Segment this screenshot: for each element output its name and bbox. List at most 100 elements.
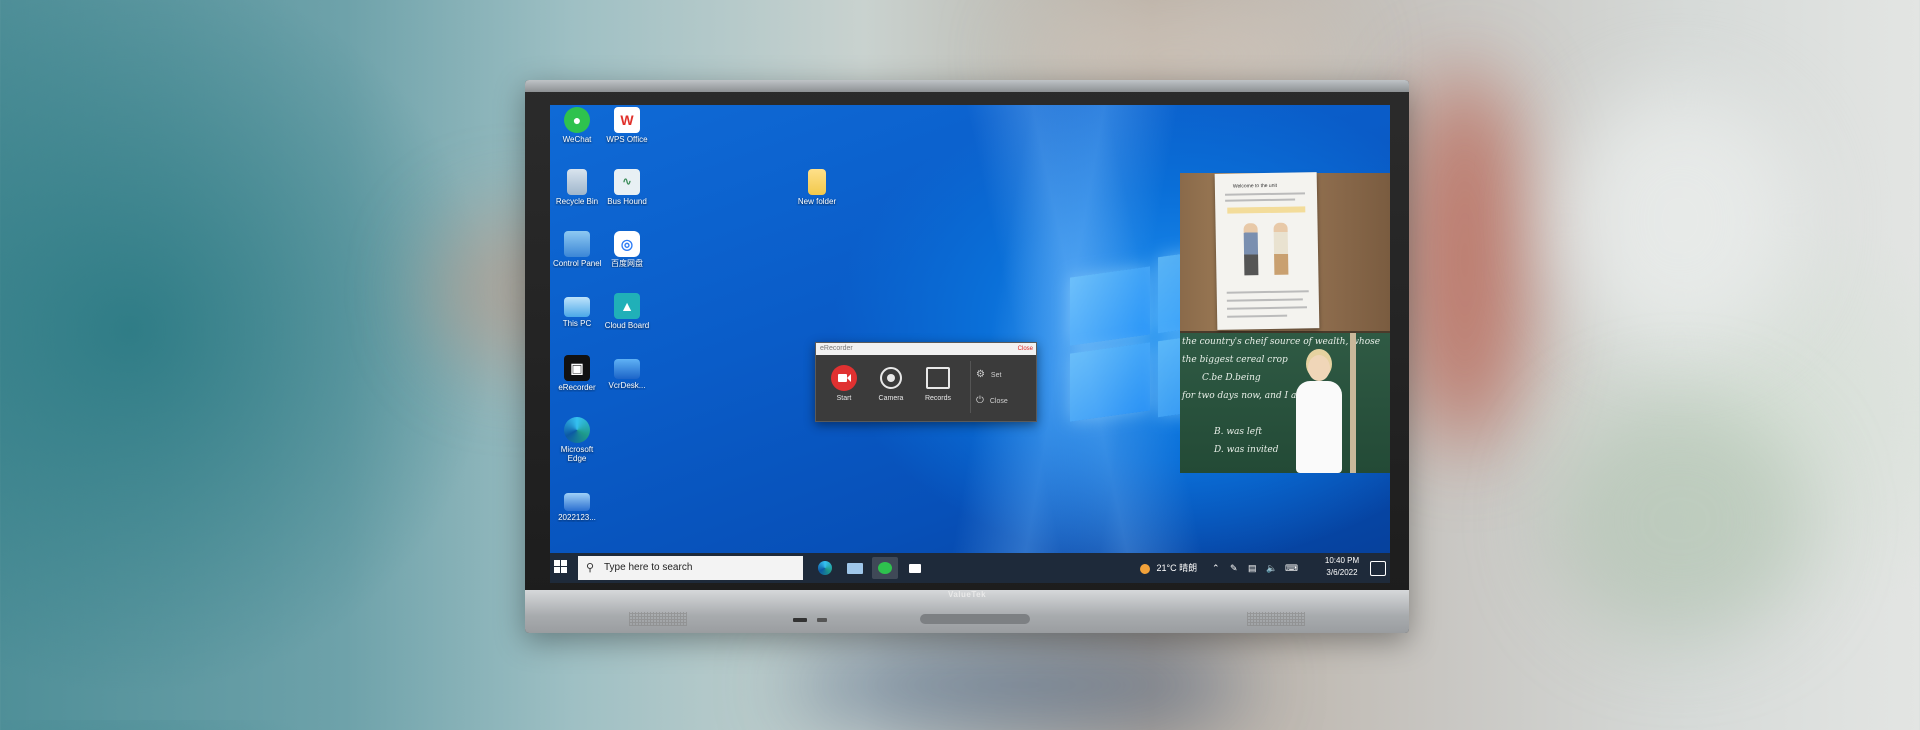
records-label: Records [924,395,952,402]
search-icon: ⚲ [586,562,595,574]
desktop-icon-image-file[interactable]: 2022123... [553,487,601,522]
taskbar-clock[interactable]: 10:40 PM 3/6/2022 [1320,555,1364,579]
pen-icon[interactable]: ✎ [1230,553,1238,583]
erecorder-icon: ▣ [564,355,590,381]
background-blur [1560,90,1800,350]
records-folder-icon [926,367,950,389]
show-hidden-icons[interactable]: ⌃ [1212,553,1220,583]
icon-label: This PC [562,319,592,328]
taskbar-app-edge[interactable] [812,557,838,579]
desktop-icon-control-panel[interactable]: Control Panel [553,231,601,268]
gear-icon: ⚙ [976,369,985,380]
wechat-icon: ● [564,107,590,133]
erecorder-icon [909,564,921,573]
recorder-title-close-button[interactable]: Close [1018,343,1033,355]
chalk-text: C.be D.being [1202,373,1261,383]
edge-icon [564,417,590,443]
clock-date: 3/6/2022 [1326,568,1358,577]
port [817,618,827,622]
file-explorer-icon [847,563,863,574]
desktop-icon-erecorder[interactable]: ▣ eRecorder [553,355,601,392]
clock-time: 10:40 PM [1324,556,1360,565]
taskbar: ⚲ Type here to search 21°C 晴朗 ⌃ ✎ ▤ 🔈 ⌨ … [550,553,1390,583]
camera-icon [880,367,902,389]
taskbar-app-wechat[interactable] [872,557,898,579]
edge-icon [818,561,832,575]
chalk-text: for two days now, and I am [1182,391,1305,401]
icon-label: VcrDesk... [608,381,646,390]
wechat-icon [878,562,892,574]
keyboard-icon[interactable]: ⌨ [1285,553,1298,583]
blackboard-camera-view: the country's cheif source of wealth, wh… [1180,333,1390,473]
taskbar-app-file-explorer[interactable] [842,557,868,579]
chalk-text: the biggest cereal crop [1182,355,1288,365]
windows-desktop: ● WeChat W WPS Office Recycle Bin ∿ Bus … [550,105,1390,583]
weather-widget[interactable]: 21°C 晴朗 [1140,553,1197,583]
icon-label: Control Panel [553,259,601,268]
icon-label: 2022123... [558,513,596,522]
network-icon[interactable]: ▤ [1248,553,1257,583]
taskbar-app-erecorder[interactable] [902,557,928,579]
desktop-icon-wps-office[interactable]: W WPS Office [603,107,651,144]
close-label: Close [989,398,1008,405]
search-placeholder: Type here to search [604,562,693,573]
icon-label: Bus Hound [607,197,647,206]
divider [970,361,971,413]
record-icon [831,365,857,391]
windows-start-icon [554,560,568,574]
desktop-icon-microsoft-edge[interactable]: Microsoft Edge [553,417,601,463]
chalk-text: B. was left [1214,427,1263,437]
desktop-icon-this-pc[interactable]: This PC [553,293,601,328]
desktop-icon-new-folder[interactable]: New folder [793,169,841,206]
monitor-top-bezel [525,80,1409,92]
desktop-icon-cloud-board[interactable]: ▲ Cloud Board [603,293,651,330]
records-button[interactable]: Records [920,365,956,402]
cloud-board-icon: ▲ [614,293,640,319]
icon-label: New folder [797,197,837,206]
volume-icon[interactable]: 🔈 [1266,553,1277,583]
camera-button[interactable]: Camera [873,365,909,402]
start-record-button[interactable]: Start [826,365,862,402]
teacher-figure [1290,355,1348,473]
erecorder-window: eRecorder Close Start Camera Records ⚙ S… [815,342,1037,422]
weather-text: 21°C 晴朗 [1156,563,1198,573]
background-blur [1550,400,1810,640]
chalk-text: D. was invited [1214,445,1279,455]
this-pc-icon [564,297,590,317]
usb-port [793,618,807,622]
icon-label: Microsoft Edge [560,445,594,463]
brand-logo: ValueTek [947,590,987,599]
taskbar-search-box[interactable]: ⚲ Type here to search [578,556,803,580]
control-panel-icon [564,231,590,257]
icon-label: 百度网盘 [611,259,643,268]
power-icon: ⏻ [976,395,984,406]
desktop-icon-wechat[interactable]: ● WeChat [553,107,601,144]
background-blur [790,640,1250,730]
recycle-bin-icon [567,169,587,195]
notification-center-icon[interactable] [1370,561,1386,576]
document-camera-view: Welcome to the unit [1180,172,1390,331]
settings-label: Set [990,372,1002,379]
camera-preview-panel: Welcome to the unit the country's cheif … [1180,172,1390,473]
close-button[interactable]: ⏻ Close [976,395,1024,406]
icon-label: WeChat [562,135,592,144]
desktop-icon-recycle-bin[interactable]: Recycle Bin [553,169,601,206]
desktop-icon-vcrdesk[interactable]: VcrDesk... [603,355,651,390]
wps-office-icon: W [614,107,640,133]
folder-icon [808,169,826,195]
desktop-icon-bus-hound[interactable]: ∿ Bus Hound [603,169,651,206]
baidu-netdisk-icon: ◎ [614,231,640,257]
desktop-icon-baidu-netdisk[interactable]: ◎ 百度网盘 [603,231,651,268]
settings-button[interactable]: ⚙ Set [976,369,1024,380]
recorder-title-bar: eRecorder Close [816,343,1036,355]
speaker-grille [629,612,687,626]
camera-label: Camera [878,395,904,402]
icon-label: Cloud Board [604,321,650,330]
background-blur [1400,70,1530,450]
start-button[interactable] [554,560,568,574]
image-file-icon [564,493,590,511]
front-control-buttons[interactable] [920,614,1030,624]
worksheet-title: Welcome to the unit [1232,182,1278,190]
speaker-grille [1247,612,1305,626]
icon-label: Recycle Bin [555,197,599,206]
